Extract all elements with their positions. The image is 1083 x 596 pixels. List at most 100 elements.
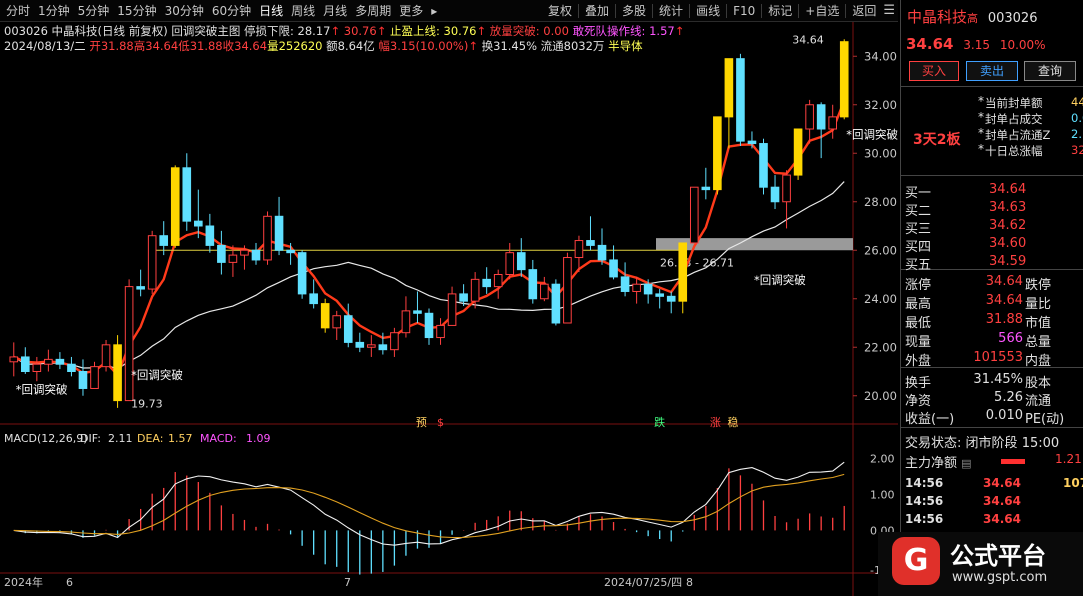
stat-label-2: 流通 xyxy=(1025,394,1052,409)
candle-body xyxy=(147,235,157,290)
bid-level: 买五 34.59 xyxy=(905,254,1081,273)
price-tick-label: 22.00 xyxy=(864,340,897,354)
stat-label-2: 总量 xyxy=(1025,335,1052,350)
stat-row: 收益(一) 0.010 PE(动) xyxy=(905,408,1083,427)
candle-body xyxy=(194,220,203,227)
tick-price: 34.64 xyxy=(983,476,1021,490)
stat-value: 101553 xyxy=(973,350,1023,365)
seal-stat-value: 0.05 xyxy=(1071,111,1083,125)
candle-body xyxy=(228,254,238,263)
quote-title: 中晶科技高 003026 xyxy=(907,6,1037,27)
list-icon[interactable]: ▤ xyxy=(961,457,971,470)
candle-body xyxy=(436,324,445,339)
seal-stat-value: 32.56 xyxy=(1071,143,1083,157)
candle-body xyxy=(470,278,480,302)
bid-price: 34.62 xyxy=(989,218,1027,233)
price-tick-label: 30.00 xyxy=(864,146,897,160)
candle-body xyxy=(724,58,734,118)
star-icon: * xyxy=(978,110,984,124)
candle-body xyxy=(424,312,434,339)
macd-header-text: 1.09 xyxy=(246,432,271,445)
candle-body xyxy=(540,283,549,300)
stat-row: 最高 34.64 量比 xyxy=(905,293,1083,312)
bid-level: 买四 34.60 xyxy=(905,236,1081,255)
tick-price: 34.64 xyxy=(983,512,1021,526)
candle-body xyxy=(217,244,226,263)
candle-body xyxy=(793,128,803,176)
candle-body xyxy=(597,244,607,261)
high-price-label: 34.64 xyxy=(792,33,824,46)
kline-chart[interactable]: 34.00 32.00 30.00 28.00 26.00 24.00 22.00 20.00… xyxy=(0,0,898,596)
limit-streak-badge: 3天2板 xyxy=(913,132,961,148)
price-tick-label: 24.00 xyxy=(864,292,897,306)
signal-label: *回调突破 xyxy=(131,368,183,382)
signal-marker: 涨 xyxy=(710,416,721,429)
candle-body xyxy=(563,257,572,324)
stat-value: 31.88 xyxy=(985,312,1023,327)
candle-body xyxy=(401,310,411,334)
candle-body xyxy=(113,344,122,402)
price-tick-label: 26.00 xyxy=(864,243,897,257)
candle-body xyxy=(159,235,169,246)
bid-level: 买二 34.63 xyxy=(905,200,1081,219)
candle-body xyxy=(90,366,99,389)
main-force-bar xyxy=(1001,459,1025,464)
candle-body xyxy=(678,242,688,302)
candle-body xyxy=(78,371,88,389)
sell-button[interactable]: 卖出 xyxy=(966,61,1018,81)
stat-value: 31.45% xyxy=(973,372,1023,387)
candle-body xyxy=(9,356,19,363)
stat-label-2: 量比 xyxy=(1025,297,1052,312)
stat-label-2: 股本 xyxy=(1025,376,1052,391)
candle-body xyxy=(782,174,791,203)
bid-label: 买五 xyxy=(905,258,932,273)
candle-body xyxy=(839,41,849,118)
bid-label: 买三 xyxy=(905,222,932,237)
candle-body xyxy=(713,116,722,191)
candle-body xyxy=(516,252,526,271)
main-force-label: 主力净额 xyxy=(905,456,958,471)
limit-seal-box: 3天2板 *当前封单额4489*封单占成交0.05*封单占流通Z2.19*十日总… xyxy=(901,86,1083,176)
candle-body xyxy=(390,332,399,351)
query-button[interactable]: 查询 xyxy=(1024,61,1076,81)
signal-marker: 跌 xyxy=(654,415,665,429)
candle-body xyxy=(632,283,641,292)
stat-label: 换手 xyxy=(905,376,932,391)
candle-body xyxy=(101,344,111,368)
stat-row: 外盘 101553 内盘 xyxy=(905,350,1083,369)
stat-value: 0.010 xyxy=(985,408,1023,423)
seal-stat-label: 封单占流通Z xyxy=(985,128,1051,142)
candle-body xyxy=(251,249,261,261)
signal-marker: 稳 xyxy=(727,415,738,429)
candle-body xyxy=(343,315,353,343)
stat-label: 现量 xyxy=(905,335,932,350)
stock-app: 分时 1分钟 5分钟 15分钟 30分钟 60分钟 日线 周线 月线 多周期 更多 ▸ 复权 叠加 多股统… xyxy=(0,0,1083,596)
main-force-value: 1.21 xyxy=(1055,452,1082,466)
order-book: 买一 34.64 买二 34.63 买三 34.62 买四 34.60 买五 34.59 xyxy=(901,180,1083,273)
price-tick-label: 28.00 xyxy=(864,195,897,209)
candle-body xyxy=(182,167,192,222)
signal-label: *回调突破 xyxy=(846,128,898,142)
stat-label: 外盘 xyxy=(905,354,932,369)
candle-body xyxy=(747,140,757,145)
bid-label: 买一 xyxy=(905,186,932,201)
candle-body xyxy=(286,249,295,254)
candle-body xyxy=(459,293,468,302)
watermark-logo: G 公式平台 www.gspt.com xyxy=(878,532,1083,596)
seal-stat-value: 4489 xyxy=(1071,95,1083,109)
bid-label: 买二 xyxy=(905,204,932,219)
candle-body xyxy=(44,358,53,365)
candle-body xyxy=(551,283,561,324)
stat-value: 566 xyxy=(998,331,1023,346)
buy-button[interactable]: 买入 xyxy=(909,61,959,81)
candle-body xyxy=(297,252,307,295)
price-row: 34.64 3.15 10.00% xyxy=(906,35,1046,53)
logo-text: 公式平台 xyxy=(950,542,1046,570)
candle-body xyxy=(355,341,365,348)
candle-body xyxy=(447,293,457,326)
macd-header-text: MACD: xyxy=(200,432,237,445)
seal-stat-value: 2.19 xyxy=(1071,127,1083,141)
candle-body xyxy=(20,356,30,373)
candle-body xyxy=(263,215,272,261)
candle-body xyxy=(770,186,780,203)
